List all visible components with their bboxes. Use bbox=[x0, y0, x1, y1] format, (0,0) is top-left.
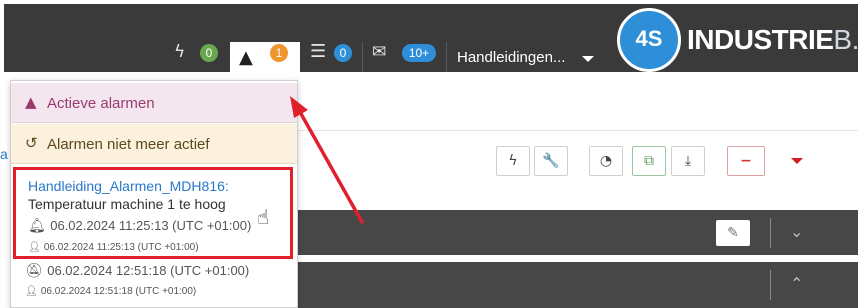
history-icon: ↺ bbox=[25, 134, 38, 152]
remove-button[interactable]: − bbox=[727, 146, 765, 176]
chevron-down-icon[interactable]: ⌄ bbox=[790, 222, 803, 241]
company-logo-mark: 4S bbox=[617, 8, 681, 72]
mail-count-badge: 10+ bbox=[402, 44, 436, 62]
alarm-user-time-text: 06.02.2024 12:51:18 (UTC +01:00) bbox=[40, 286, 197, 297]
top-navigation-bar: ϟ 0 ▲ 1 ☰ 0 ✉ 10+ Handleidingen... 4S IN… bbox=[4, 4, 858, 76]
separator bbox=[362, 42, 363, 72]
alarm-source-link[interactable]: Handleiding_Alarmen_MDH816: bbox=[28, 178, 229, 194]
list-count-badge: 0 bbox=[334, 44, 352, 62]
bell-slash-icon: 🔕︎ bbox=[25, 263, 48, 279]
panel-separator bbox=[770, 218, 771, 248]
dashboard-button[interactable]: ◔ bbox=[589, 146, 623, 176]
inactive-alarms-label: Alarmen niet meer actief bbox=[47, 136, 210, 153]
alarm-user-time-text: 06.02.2024 11:25:13 (UTC +01:00) bbox=[43, 242, 199, 253]
active-alarms-label: Actieve alarmen bbox=[47, 95, 155, 112]
chevron-down-icon[interactable] bbox=[791, 158, 803, 164]
chevron-down-icon[interactable] bbox=[582, 56, 594, 62]
page-edge-text: a bbox=[0, 146, 8, 162]
active-alarms-tab[interactable]: ▲ Actieve alarmen bbox=[11, 83, 297, 123]
copy-button[interactable]: ⧉ bbox=[632, 146, 666, 176]
alarm-description: Temperatuur machine 1 te hoog bbox=[28, 196, 226, 212]
organization-selector[interactable]: Handleidingen... bbox=[457, 49, 565, 66]
alarm-time-text: 06.02.2024 12:51:18 (UTC +01:00) bbox=[47, 263, 250, 278]
download-button[interactable]: ⤓ bbox=[671, 146, 705, 176]
alarm-entry[interactable]: Handleiding_Alarmen_MDH816: Temperatuur … bbox=[13, 167, 293, 259]
separator bbox=[446, 42, 447, 72]
inactive-alarms-tab[interactable]: ↺ Alarmen niet meer actief bbox=[11, 124, 297, 164]
panel-separator bbox=[770, 270, 771, 300]
alarm-dropdown: ▲ Actieve alarmen ↺ Alarmen niet meer ac… bbox=[10, 80, 298, 308]
mail-icon[interactable]: ✉ bbox=[372, 42, 386, 62]
company-logo-text: INDUSTRIEB.V. bbox=[687, 24, 858, 56]
alarm-count-badge: 1 bbox=[270, 44, 288, 62]
logo-suffix: B.V. bbox=[833, 24, 858, 55]
alarm-time: 🔕︎ 06.02.2024 12:51:18 (UTC +01:00) bbox=[25, 263, 249, 279]
alarms-tab[interactable]: ▲ 1 bbox=[230, 42, 300, 76]
alarm-time-text: 06.02.2024 11:25:13 (UTC +01:00) bbox=[50, 218, 252, 233]
user-icon: 👤︎ bbox=[25, 286, 41, 297]
chevron-up-icon[interactable]: ⌃ bbox=[790, 274, 803, 293]
list-icon[interactable]: ☰ bbox=[310, 41, 326, 62]
panel-header: ✎ ⌄ bbox=[296, 210, 858, 255]
flash-button[interactable]: ϟ bbox=[496, 146, 530, 176]
user-icon: 👤︎ bbox=[28, 242, 44, 253]
content-divider bbox=[296, 130, 858, 131]
flash-icon[interactable]: ϟ bbox=[174, 42, 185, 62]
warning-icon: ▲ bbox=[239, 47, 253, 68]
edit-button[interactable]: ✎ bbox=[716, 220, 750, 246]
warning-icon: ▲ bbox=[25, 93, 37, 111]
alarm-user-time: 👤︎ 06.02.2024 12:51:18 (UTC +01:00) bbox=[25, 286, 196, 297]
wrench-button[interactable]: 🔧 bbox=[534, 146, 568, 176]
alarm-user-time: 👤︎ 06.02.2024 11:25:13 (UTC +01:00) bbox=[28, 242, 199, 253]
panel-header: ⌃ bbox=[296, 262, 858, 308]
logo-name: INDUSTRIE bbox=[687, 24, 834, 55]
alarm-time: 🔔︎ 06.02.2024 11:25:13 (UTC +01:00) bbox=[28, 218, 251, 234]
flash-count-badge: 0 bbox=[200, 44, 218, 62]
bell-icon: 🔔︎ bbox=[28, 218, 51, 234]
hand-cursor-icon: ☝ bbox=[257, 205, 270, 229]
